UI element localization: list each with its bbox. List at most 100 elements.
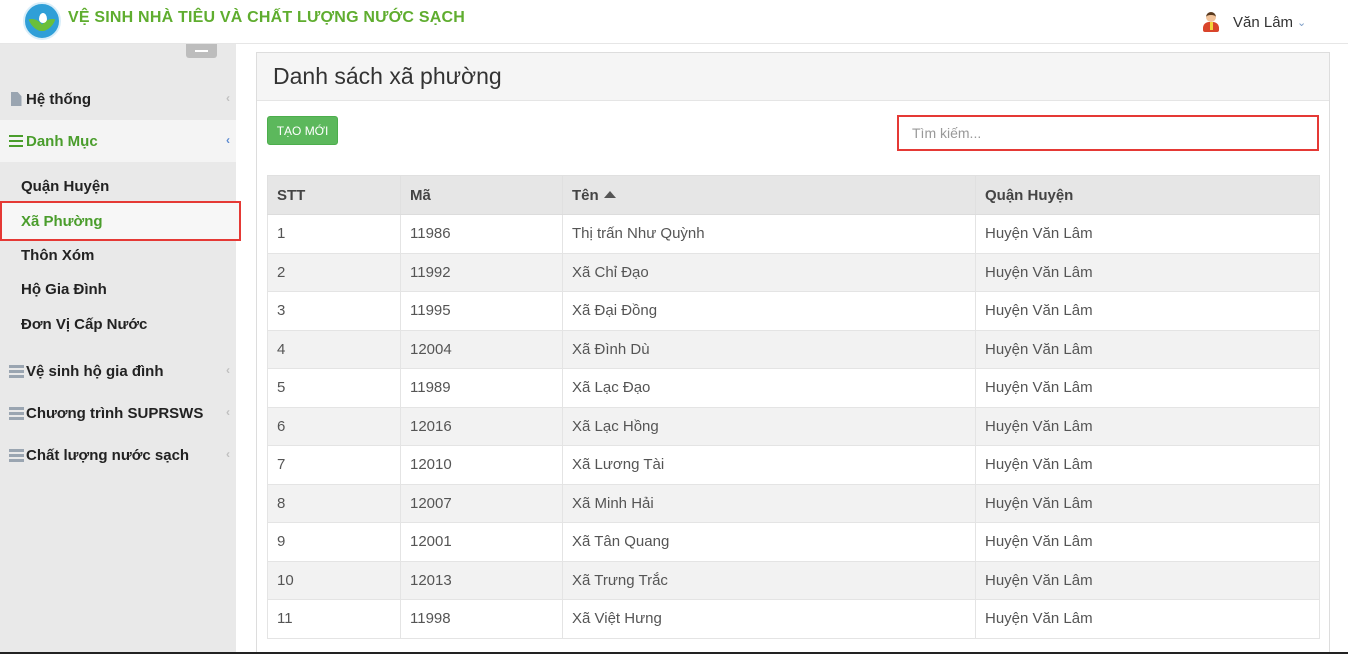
cell-ten: Xã Lương Tài: [562, 445, 976, 485]
table-row[interactable]: 8 12007 Xã Minh Hải Huyện Văn Lâm: [267, 483, 1320, 523]
sidebar-item-chat-luong-nuoc-sach[interactable]: Chất lượng nước sạch ‹: [0, 434, 236, 476]
table-body: 1 11986 Thị trấn Như Quỳnh Huyện Văn Lâm 2 11…: [267, 214, 1320, 639]
cell-ma: 11998: [400, 599, 563, 639]
cell-ten: Xã Lạc Hồng: [562, 406, 976, 446]
column-header-ten[interactable]: Tên: [562, 175, 976, 215]
table-row[interactable]: 10 12013 Xã Trưng Trắc Huyện Văn Lâm: [267, 560, 1320, 600]
table-row[interactable]: 7 12010 Xã Lương Tài Huyện Văn Lâm: [267, 445, 1320, 485]
cell-quan-huyen: Huyện Văn Lâm: [975, 291, 1320, 331]
table-row[interactable]: 2 11992 Xã Chỉ Đạo Huyện Văn Lâm: [267, 252, 1320, 292]
chevron-left-icon: ‹: [226, 405, 230, 419]
cell-ten: Xã Minh Hải: [562, 483, 976, 523]
cell-ma: 11989: [400, 368, 563, 408]
water-drop-icon: [39, 13, 47, 23]
column-header-label: Tên: [572, 186, 599, 204]
list-icon: [7, 135, 25, 147]
sidebar-item-label: Hệ thống: [26, 90, 91, 108]
cell-ma: 12001: [400, 522, 563, 562]
user-name: Văn Lâm: [1233, 13, 1294, 31]
table-row[interactable]: 11 11998 Xã Việt Hưng Huyện Văn Lâm: [267, 599, 1320, 639]
cell-quan-huyen: Huyện Văn Lâm: [975, 445, 1320, 485]
sort-ascending-icon: [603, 190, 616, 198]
chevron-down-icon: ⌄: [1297, 16, 1307, 29]
cell-ten: Xã Tân Quang: [562, 522, 976, 562]
cell-quan-huyen: Huyện Văn Lâm: [975, 368, 1320, 408]
cell-ten: Xã Đại Đồng: [562, 291, 976, 331]
cell-quan-huyen: Huyện Văn Lâm: [975, 252, 1320, 292]
cell-ma: 12004: [400, 329, 563, 369]
table-row[interactable]: 1 11986 Thị trấn Như Quỳnh Huyện Văn Lâm: [267, 214, 1320, 254]
cell-stt: 10: [267, 560, 401, 600]
user-menu[interactable]: Văn Lâm ⌄: [1200, 10, 1306, 34]
chevron-left-icon: ‹: [226, 363, 230, 377]
cell-ten: Xã Việt Hưng: [562, 599, 976, 639]
table-row[interactable]: 4 12004 Xã Đình Dù Huyện Văn Lâm: [267, 329, 1320, 369]
server-icon: [7, 364, 25, 378]
cell-ten: Xã Đình Dù: [562, 329, 976, 369]
server-icon: [7, 448, 25, 462]
page-title: Danh sách xã phường: [257, 53, 1329, 101]
table-row[interactable]: 6 12016 Xã Lạc Hồng Huyện Văn Lâm: [267, 406, 1320, 446]
sidebar-subitem-ho-gia-dinh[interactable]: Hộ Gia Đình: [0, 272, 236, 306]
app-title: VỆ SINH NHÀ TIÊU VÀ CHẤT LƯỢNG NƯỚC SẠCH: [68, 9, 465, 26]
document-icon: [7, 92, 25, 106]
cell-stt: 8: [267, 483, 401, 523]
cell-stt: 5: [267, 368, 401, 408]
cell-stt: 1: [267, 214, 401, 254]
cell-ma: 11992: [400, 252, 563, 292]
chevron-left-icon: ‹: [226, 447, 230, 461]
avatar: [1200, 11, 1222, 33]
cell-ten: Xã Lạc Đạo: [562, 368, 976, 408]
cell-quan-huyen: Huyện Văn Lâm: [975, 406, 1320, 446]
cell-stt: 3: [267, 291, 401, 331]
cell-stt: 11: [267, 599, 401, 639]
cell-quan-huyen: Huyện Văn Lâm: [975, 599, 1320, 639]
sidebar-subitem-don-vi-cap-nuoc[interactable]: Đơn Vị Cấp Nước: [0, 307, 236, 341]
sidebar-item-ve-sinh-ho-gia-dinh[interactable]: Vệ sinh hộ gia đình ‹: [0, 350, 236, 392]
top-bar: VỆ SINH NHÀ TIÊU VÀ CHẤT LƯỢNG NƯỚC SẠCH…: [0, 0, 1348, 44]
table-row[interactable]: 3 11995 Xã Đại Đồng Huyện Văn Lâm: [267, 291, 1320, 331]
cell-stt: 9: [267, 522, 401, 562]
cell-ma: 12013: [400, 560, 563, 600]
sidebar-item-label: Vệ sinh hộ gia đình: [26, 362, 164, 380]
chevron-left-icon: ‹: [226, 91, 230, 105]
sidebar-subitem-quan-huyen[interactable]: Quận Huyện: [0, 169, 236, 203]
cell-quan-huyen: Huyện Văn Lâm: [975, 329, 1320, 369]
sidebar-item-he-thong[interactable]: Hệ thống ‹: [0, 78, 236, 120]
cell-ten: Xã Trưng Trắc: [562, 560, 976, 600]
chevron-left-icon: ‹: [226, 133, 230, 147]
cell-ma: 12007: [400, 483, 563, 523]
sidebar-subitem-thon-xom[interactable]: Thôn Xóm: [0, 238, 236, 272]
table-row[interactable]: 9 12001 Xã Tân Quang Huyện Văn Lâm: [267, 522, 1320, 562]
cell-ma: 12010: [400, 445, 563, 485]
cell-ten: Xã Chỉ Đạo: [562, 252, 976, 292]
sidebar-item-chuong-trinh-suprsws[interactable]: Chương trình SUPRSWS ‹: [0, 392, 236, 434]
table-row[interactable]: 5 11989 Xã Lạc Đạo Huyện Văn Lâm: [267, 368, 1320, 408]
main-panel: Danh sách xã phường TẠO MỚI STT Mã Tên Q…: [256, 52, 1330, 654]
cell-ma: 11995: [400, 291, 563, 331]
app-logo[interactable]: [23, 2, 61, 40]
cell-quan-huyen: Huyện Văn Lâm: [975, 522, 1320, 562]
sidebar-item-label: Chất lượng nước sạch: [26, 446, 190, 464]
sidebar-item-label: Danh Mục: [26, 132, 98, 150]
cell-ten: Thị trấn Như Quỳnh: [562, 214, 976, 254]
cell-quan-huyen: Huyện Văn Lâm: [975, 214, 1320, 254]
cell-ma: 12016: [400, 406, 563, 446]
create-new-button[interactable]: TẠO MỚI: [267, 116, 338, 145]
table-header-row: STT Mã Tên Quận Huyện: [267, 175, 1320, 215]
sidebar-toggle-button[interactable]: [186, 44, 217, 58]
column-header-quan-huyen[interactable]: Quận Huyện: [975, 175, 1320, 215]
cell-stt: 7: [267, 445, 401, 485]
sidebar: Hệ thống ‹ Danh Mục ‹ Quận Huyện Xã Phườ…: [0, 44, 241, 654]
server-icon: [7, 406, 25, 420]
wards-table: STT Mã Tên Quận Huyện 1 11986 Thị trấn Như…: [267, 175, 1320, 639]
cell-stt: 4: [267, 329, 401, 369]
search-input[interactable]: [897, 115, 1319, 151]
sidebar-item-danh-muc[interactable]: Danh Mục ‹: [0, 120, 236, 162]
column-header-ma[interactable]: Mã: [400, 175, 563, 215]
sidebar-subitem-xa-phuong[interactable]: Xã Phường: [0, 201, 241, 241]
cell-quan-huyen: Huyện Văn Lâm: [975, 483, 1320, 523]
cell-stt: 6: [267, 406, 401, 446]
cell-stt: 2: [267, 252, 401, 292]
column-header-stt[interactable]: STT: [267, 175, 401, 215]
